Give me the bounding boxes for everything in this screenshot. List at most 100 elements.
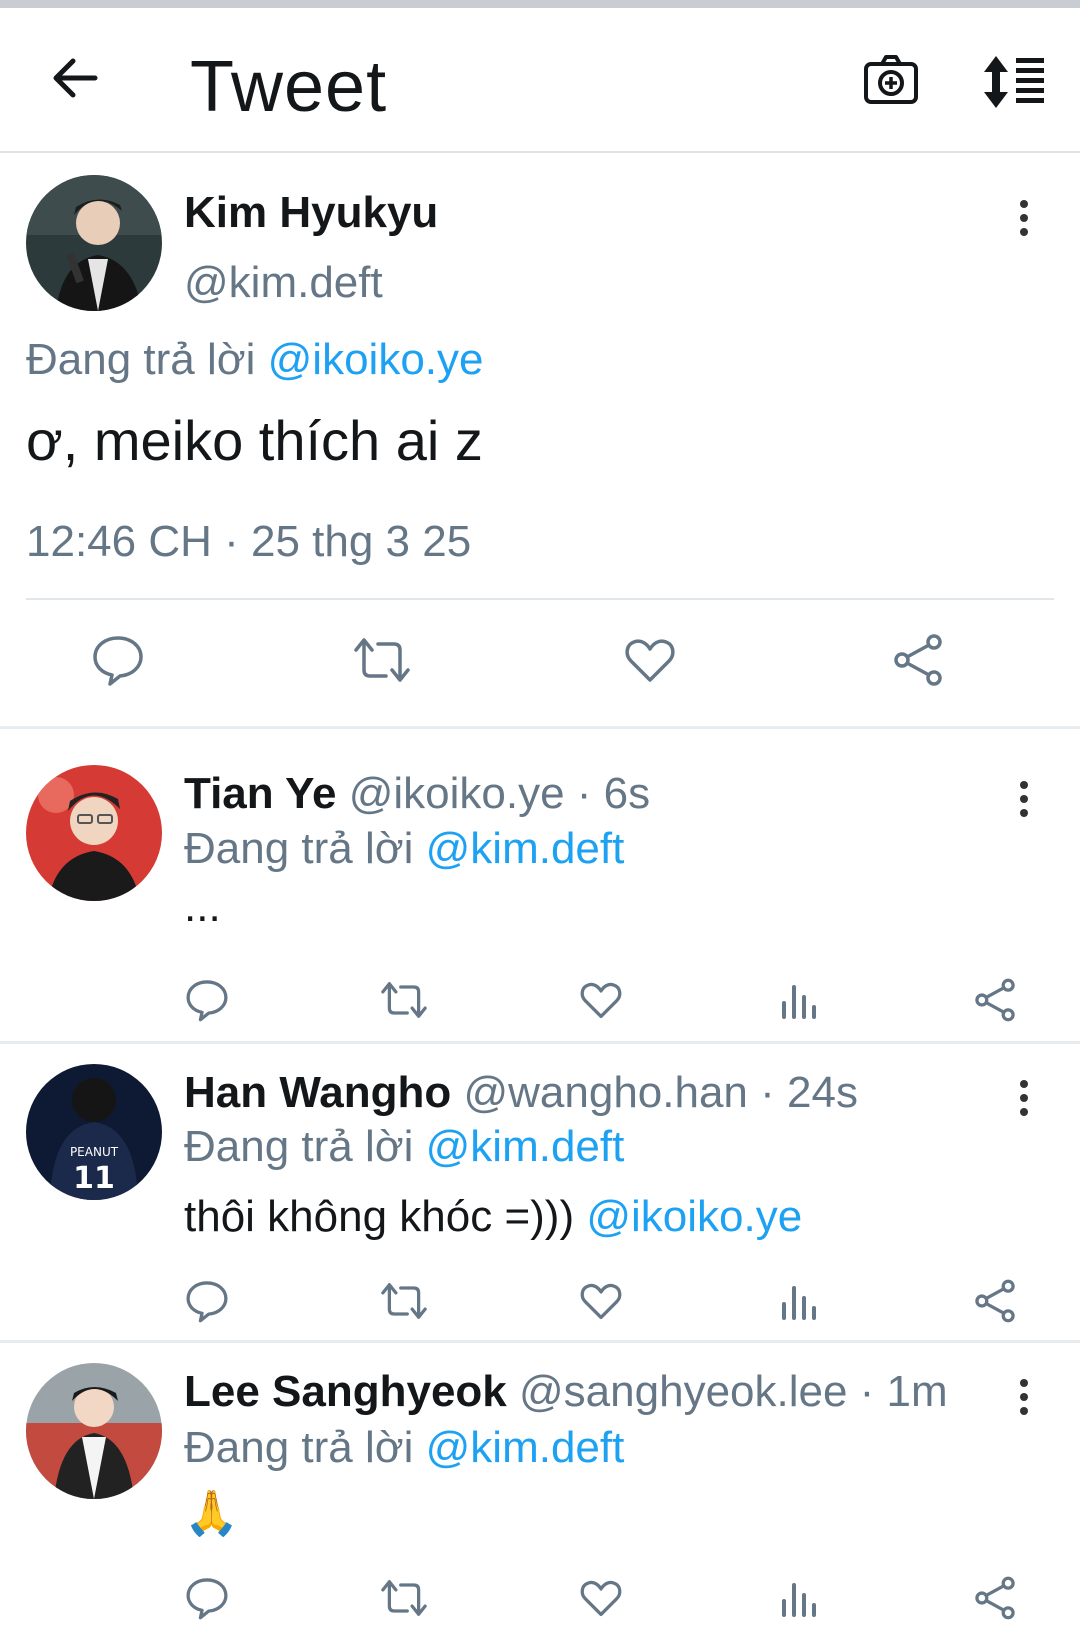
reply-tweet[interactable]: PEANUT 11 Han Wangho @wangho.han · 24s Đ… xyxy=(0,1044,1080,1342)
retweet-button[interactable] xyxy=(378,1278,430,1324)
avatar[interactable]: PEANUT 11 xyxy=(26,1064,162,1200)
author-handle[interactable]: @wangho.han xyxy=(463,1068,747,1117)
reply-button[interactable] xyxy=(184,1278,236,1324)
replying-to: Đang trả lời @kim.deft xyxy=(184,1423,624,1473)
reply-header: Tian Ye @ikoiko.ye · 6s xyxy=(184,769,650,819)
share-button[interactable] xyxy=(972,1278,1024,1324)
analytics-icon xyxy=(782,1286,816,1320)
reply-button[interactable] xyxy=(184,1575,236,1621)
like-button[interactable] xyxy=(578,977,630,1023)
heart-icon xyxy=(580,1283,622,1320)
retweet-button[interactable] xyxy=(378,977,430,1023)
like-button[interactable] xyxy=(578,1278,630,1324)
back-button[interactable] xyxy=(45,48,105,108)
heart-icon xyxy=(580,982,622,1019)
more-vertical-icon xyxy=(1020,781,1028,817)
avatar[interactable] xyxy=(26,175,162,311)
share-button[interactable] xyxy=(972,1575,1024,1621)
reply-header: Lee Sanghyeok @sanghyeok.lee · 1m xyxy=(184,1367,948,1417)
like-button[interactable] xyxy=(622,632,686,692)
author-name[interactable]: Han Wangho xyxy=(184,1068,451,1117)
sort-list-icon xyxy=(984,56,1044,108)
page-title: Tweet xyxy=(190,47,388,127)
reply-time: · 24s xyxy=(747,1068,858,1117)
replying-prefix: Đang trả lời xyxy=(184,824,414,873)
more-options-button[interactable] xyxy=(1010,1375,1038,1419)
replying-prefix: Đang trả lời xyxy=(184,1122,414,1171)
tweet-timestamp: 12:46 CH · 25 thg 3 25 xyxy=(26,517,472,566)
retweet-icon xyxy=(381,1283,427,1319)
arrow-left-icon xyxy=(53,58,98,98)
top-app-bar: Tweet xyxy=(0,8,1080,153)
analytics-button[interactable] xyxy=(776,1278,828,1324)
reply-mention[interactable]: @ikoiko.ye xyxy=(586,1192,802,1241)
replying-prefix: Đang trả lời xyxy=(184,1423,414,1472)
replying-to: Đang trả lời @kim.deft xyxy=(184,824,624,874)
reply-text: ... xyxy=(184,882,221,932)
retweet-icon xyxy=(381,1580,427,1616)
replying-to-link[interactable]: @kim.deft xyxy=(426,1423,625,1472)
comment-icon xyxy=(186,980,228,1022)
analytics-icon xyxy=(782,985,816,1019)
svg-text:PEANUT: PEANUT xyxy=(70,1145,119,1159)
reply-tweet[interactable]: Tian Ye @ikoiko.ye · 6s Đang trả lời @ki… xyxy=(0,729,1080,1041)
reply-header: Han Wangho @wangho.han · 24s xyxy=(184,1068,858,1118)
more-options-button[interactable] xyxy=(1010,196,1038,240)
share-icon xyxy=(975,1576,1015,1620)
replying-to-link[interactable]: @kim.deft xyxy=(426,824,625,873)
share-button[interactable] xyxy=(890,632,954,692)
comment-icon xyxy=(186,1281,228,1323)
replying-to: Đang trả lời @kim.deft xyxy=(184,1122,624,1172)
like-button[interactable] xyxy=(578,1575,630,1621)
svg-text:11: 11 xyxy=(73,1161,115,1196)
analytics-button[interactable] xyxy=(776,1575,828,1621)
share-button[interactable] xyxy=(972,977,1024,1023)
comment-icon xyxy=(186,1578,228,1620)
heart-icon xyxy=(580,1580,622,1617)
reply-time: · 6s xyxy=(564,769,651,818)
avatar[interactable] xyxy=(26,765,162,901)
author-name[interactable]: Tian Ye xyxy=(184,769,336,818)
more-vertical-icon xyxy=(1020,1379,1028,1415)
author-handle[interactable]: @kim.deft xyxy=(184,258,383,308)
tweet-text: ơ, meiko thích ai z xyxy=(26,409,483,472)
reply-button[interactable] xyxy=(90,632,154,692)
top-edge xyxy=(0,0,1080,8)
reply-button[interactable] xyxy=(184,977,236,1023)
author-name[interactable]: Lee Sanghyeok xyxy=(184,1367,507,1416)
more-vertical-icon xyxy=(1020,200,1028,236)
avatar[interactable] xyxy=(26,1363,162,1499)
retweet-icon xyxy=(381,982,427,1018)
replying-to: Đang trả lời @ikoiko.ye xyxy=(26,335,483,385)
divider xyxy=(26,598,1054,600)
author-name[interactable]: Kim Hyukyu xyxy=(184,188,438,238)
more-options-button[interactable] xyxy=(1010,777,1038,821)
reply-text: 🙏 xyxy=(184,1487,239,1539)
reply-text: thôi không khóc =))) @ikoiko.ye xyxy=(184,1192,802,1242)
analytics-button[interactable] xyxy=(776,977,828,1023)
camera-plus-icon xyxy=(864,55,918,104)
replying-to-link[interactable]: @kim.deft xyxy=(426,1122,625,1171)
share-icon xyxy=(975,1279,1015,1323)
reply-tweet[interactable]: Lee Sanghyeok @sanghyeok.lee · 1m Đang t… xyxy=(0,1343,1080,1643)
retweet-icon xyxy=(354,638,410,682)
author-handle[interactable]: @ikoiko.ye xyxy=(349,769,565,818)
share-icon xyxy=(894,634,942,686)
reply-text-body: thôi không khóc =))) xyxy=(184,1192,575,1241)
share-icon xyxy=(975,978,1015,1022)
reply-text-body: 🙏 xyxy=(184,1489,239,1538)
reply-time: · 1m xyxy=(847,1367,948,1416)
comment-icon xyxy=(93,636,143,686)
retweet-button[interactable] xyxy=(378,1575,430,1621)
replying-prefix: Đang trả lời xyxy=(26,335,256,384)
more-options-button[interactable] xyxy=(1010,1076,1038,1120)
camera-button[interactable] xyxy=(860,50,922,112)
analytics-icon xyxy=(782,1583,816,1617)
more-vertical-icon xyxy=(1020,1080,1028,1116)
replying-to-link[interactable]: @ikoiko.ye xyxy=(268,335,484,384)
author-handle[interactable]: @sanghyeok.lee xyxy=(519,1367,847,1416)
reply-text-body: ... xyxy=(184,882,221,931)
retweet-button[interactable] xyxy=(350,632,414,692)
heart-icon xyxy=(625,639,675,682)
sort-button[interactable] xyxy=(982,52,1050,112)
